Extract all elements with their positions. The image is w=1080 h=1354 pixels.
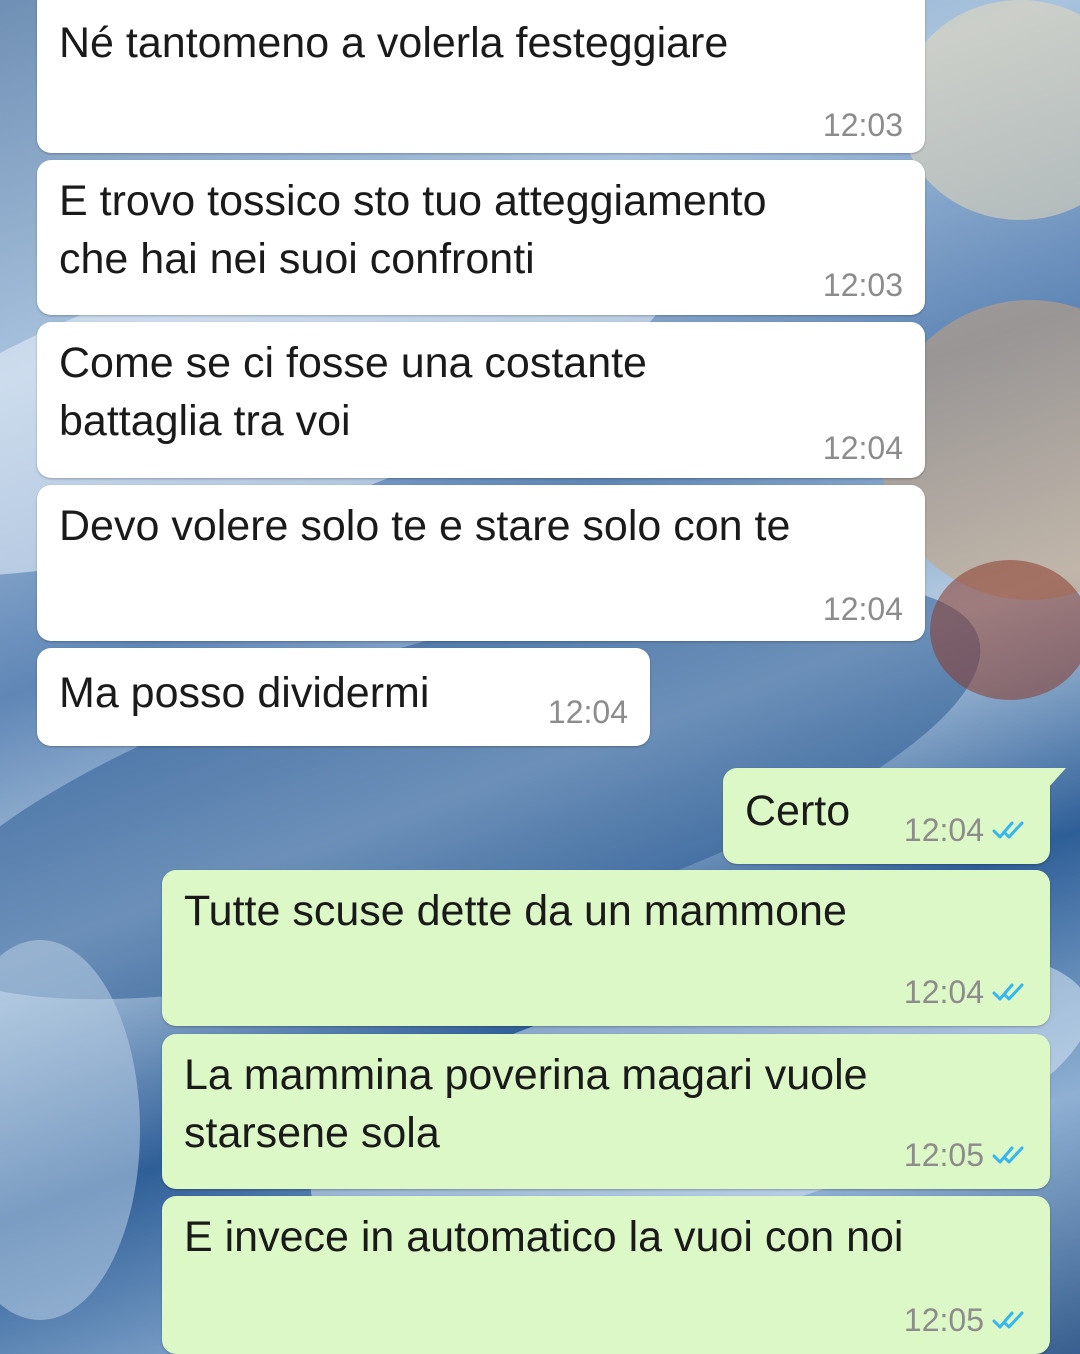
message-text: Devo volere solo te e stare solo con te xyxy=(59,502,791,550)
message-text: E invece in automatico la vuoi con noi xyxy=(184,1213,904,1261)
outgoing-message-bubble[interactable]: E invece in automatico la vuoi con noi 1… xyxy=(162,1196,1050,1354)
message-time: 12:05 xyxy=(903,1137,984,1173)
message-time: 12:04 xyxy=(903,812,984,848)
incoming-message-bubble[interactable]: Né tantomeno a volerla festeggiare 12:03 xyxy=(37,0,925,153)
incoming-message-bubble[interactable]: Ma posso dividermi 12:04 xyxy=(37,648,650,746)
message-time: 12:05 xyxy=(903,1302,984,1338)
double-check-read-icon xyxy=(992,1146,1024,1164)
incoming-message-bubble[interactable]: Come se ci fosse una costante battaglia … xyxy=(37,322,925,478)
incoming-message-bubble[interactable]: E trovo tossico sto tuo atteggiamento ch… xyxy=(37,160,925,315)
outgoing-message-bubble[interactable]: Certo 12:04 xyxy=(723,768,1066,864)
double-check-read-icon xyxy=(992,821,1024,839)
message-text: Come se ci fosse una costante battaglia … xyxy=(59,339,647,445)
message-time: 12:04 xyxy=(822,591,903,627)
incoming-message-bubble[interactable]: Devo volere solo te e stare solo con te … xyxy=(37,485,925,641)
message-time: 12:04 xyxy=(822,430,903,466)
message-text: La mammina poverina magari vuole starsen… xyxy=(184,1051,868,1157)
outgoing-message-bubble[interactable]: La mammina poverina magari vuole starsen… xyxy=(162,1034,1050,1189)
outgoing-message-bubble[interactable]: Tutte scuse dette da un mammone 12:04 xyxy=(162,870,1050,1026)
message-text: E trovo tossico sto tuo atteggiamento ch… xyxy=(59,177,767,283)
double-check-read-icon xyxy=(992,983,1024,1001)
double-check-read-icon xyxy=(992,1311,1024,1329)
bubble-tail xyxy=(1048,768,1066,788)
message-text: Certo xyxy=(745,787,851,835)
message-text: Tutte scuse dette da un mammone xyxy=(184,887,847,935)
message-text: Ma posso dividermi xyxy=(59,669,430,717)
message-time: 12:03 xyxy=(822,267,903,303)
message-time: 12:04 xyxy=(547,694,628,730)
message-time: 12:04 xyxy=(903,974,984,1010)
message-text: Né tantomeno a volerla festeggiare xyxy=(59,19,729,67)
message-time: 12:03 xyxy=(822,107,903,143)
